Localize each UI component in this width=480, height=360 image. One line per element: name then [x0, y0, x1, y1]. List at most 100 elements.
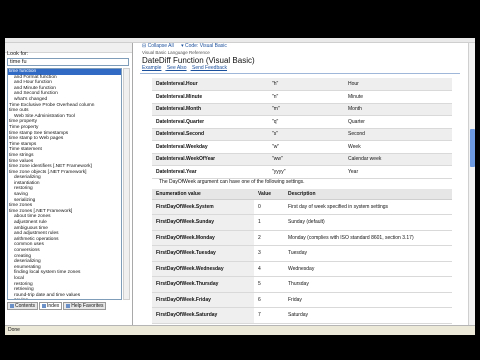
enumeration-name: FirstDayOfWeek.Monday [152, 230, 254, 246]
tab-index-label: Index [47, 303, 60, 309]
interval-description: Year [344, 165, 452, 179]
favorites-icon [66, 304, 71, 308]
interval-description: Second [344, 128, 452, 141]
header-description: Description [284, 189, 452, 200]
interval-value: "n" [268, 90, 344, 104]
enumeration-value: 2 [254, 230, 284, 246]
enumeration-row: FirstDayOfWeek.Monday 2 Monday (complies w… [152, 230, 452, 246]
tab-contents-label: Contents [15, 303, 36, 309]
enumeration-value: 7 [254, 307, 284, 324]
enumeration-name: FirstDayOfWeek.Wednesday [152, 261, 254, 277]
enumeration-row: FirstDayOfWeek.Sunday 1 Sunday (default) [152, 214, 452, 231]
interval-row: DateInterval.Second "s" Second [152, 128, 452, 141]
enumeration-row: FirstDayOfWeek.Saturday 7 Saturday [152, 307, 452, 324]
interval-value: "ww" [268, 153, 344, 166]
interval-value: "m" [268, 103, 344, 116]
interval-name: DateInterval.Weekday [152, 140, 268, 154]
enumeration-description: Monday (complies with ISO standard 8601,… [284, 230, 452, 246]
interval-row: DateInterval.Quarter "q" Quarter [152, 115, 452, 129]
interval-value: "w" [268, 140, 344, 154]
code-language-filter[interactable]: ▾ Code: Visual Basic [181, 43, 227, 49]
enumeration-value: 1 [254, 214, 284, 231]
enumeration-row: FirstDayOfWeek.Wednesday 4 Wednesday [152, 261, 452, 277]
topic-scrollbar[interactable] [468, 43, 475, 325]
enumeration-description: Friday [284, 292, 452, 308]
enumeration-value: 5 [254, 276, 284, 293]
interval-row: DateInterval.Month "m" Month [152, 103, 452, 116]
screen: Look for: time fu time function and Forma… [0, 0, 480, 360]
tab-contents[interactable]: Contents [7, 302, 39, 310]
tab-help-favorites[interactable]: Help Favorites [63, 302, 107, 310]
interval-description: Month [344, 103, 452, 116]
nav-tabs: Contents Index Help Favorites [7, 302, 131, 310]
index-item[interactable]: saving [8, 298, 121, 299]
enumeration-description: Saturday [284, 307, 452, 324]
topic-links: Example See Also Send Feedback [136, 65, 466, 71]
interval-row: DateInterval.Year "yyyy" Year [152, 165, 452, 179]
index-pane: Look for: time fu time function and Forma… [5, 43, 133, 325]
enumeration-row: FirstDayOfWeek.Tuesday 3 Tuesday [152, 245, 452, 262]
header-value: Value [254, 189, 284, 200]
collapse-all-button[interactable]: ⊟ Collapse All [142, 43, 174, 49]
index-list[interactable]: time function and Format function and Hour… [7, 68, 122, 300]
enumeration-description: Tuesday [284, 245, 452, 262]
interval-name: DateInterval.Year [152, 165, 268, 179]
enumeration-description: Wednesday [284, 261, 452, 277]
look-for-label: Look for: [7, 51, 29, 57]
send-feedback-link[interactable]: Send Feedback [192, 65, 227, 71]
enumeration-name: FirstDayOfWeek.Thursday [152, 276, 254, 293]
enumeration-row: FirstDayOfWeek.Thursday 5 Thursday [152, 276, 452, 293]
example-link[interactable]: Example [142, 65, 161, 71]
title-divider [140, 73, 460, 74]
look-for-input[interactable]: time fu [7, 58, 129, 66]
enumeration-name: FirstDayOfWeek.Friday [152, 292, 254, 308]
index-icon [42, 304, 47, 308]
interval-row: DateInterval.Weekday "w" Week [152, 140, 452, 154]
enumeration-name: FirstDayOfWeek.Saturday [152, 307, 254, 324]
enumeration-row: FirstDayOfWeek.System 0 First day of week … [152, 199, 452, 215]
interval-name: DateInterval.WeekOfYear [152, 153, 268, 166]
topic-toolbar: ⊟ Collapse All ▾ Code: Visual Basic [136, 43, 466, 49]
interval-row: DateInterval.WeekOfYear "ww" Calendar week [152, 153, 452, 166]
topic-scrollbar-thumb[interactable] [470, 129, 475, 167]
interval-value: "q" [268, 115, 344, 129]
interval-name: DateInterval.Month [152, 103, 268, 116]
enumeration-name: FirstDayOfWeek.System [152, 199, 254, 215]
enumeration-name: FirstDayOfWeek.Sunday [152, 214, 254, 231]
tab-help-favorites-label: Help Favorites [71, 303, 104, 309]
enumeration-name: FirstDayOfWeek.Tuesday [152, 245, 254, 262]
reference-label: Visual Basic Language Reference [142, 50, 210, 55]
enumeration-description: Thursday [284, 276, 452, 293]
interval-value: "yyyy" [268, 165, 344, 179]
header-enumeration-value: Enumeration value [152, 189, 254, 200]
interval-description: Quarter [344, 115, 452, 129]
tab-index[interactable]: Index [39, 302, 63, 310]
interval-description: Hour [344, 78, 452, 91]
interval-name: DateInterval.Quarter [152, 115, 268, 129]
enumeration-value: 4 [254, 261, 284, 277]
enumeration-row: FirstDayOfWeek.Friday 6 Friday [152, 292, 452, 308]
see-also-link[interactable]: See Also [167, 65, 187, 71]
enumeration-value: 0 [254, 199, 284, 215]
interval-value: "h" [268, 78, 344, 91]
interval-value: "s" [268, 128, 344, 141]
interval-description: Minute [344, 90, 452, 104]
index-scrollbar[interactable] [123, 68, 130, 300]
interval-name: DateInterval.Second [152, 128, 268, 141]
contents-icon [10, 304, 14, 308]
topic-pane: ⊟ Collapse All ▾ Code: Visual Basic Visu… [136, 43, 466, 325]
interval-name: DateInterval.Minute [152, 90, 268, 104]
interval-name: DateInterval.Hour [152, 78, 268, 91]
enumeration-value: 6 [254, 292, 284, 308]
page-title: DateDiff Function (Visual Basic) [142, 56, 255, 65]
interval-row: DateInterval.Hour "h" Hour [152, 78, 452, 91]
enumeration-header-row: Enumeration value Value Description [152, 189, 452, 200]
interval-description: Week [344, 140, 452, 154]
enumeration-table: Enumeration value Value Description Firs… [152, 189, 452, 324]
enumeration-description: First day of week specified in system se… [284, 199, 452, 215]
interval-table: DateInterval.Hour "h" Hour DateInterval.Min… [152, 78, 452, 179]
help-window: Look for: time fu time function and Forma… [5, 38, 475, 335]
interval-row: DateInterval.Minute "n" Minute [152, 90, 452, 104]
dayofweek-note: The DayOfWeek argument can have one of t… [159, 179, 305, 185]
enumeration-description: Sunday (default) [284, 214, 452, 231]
